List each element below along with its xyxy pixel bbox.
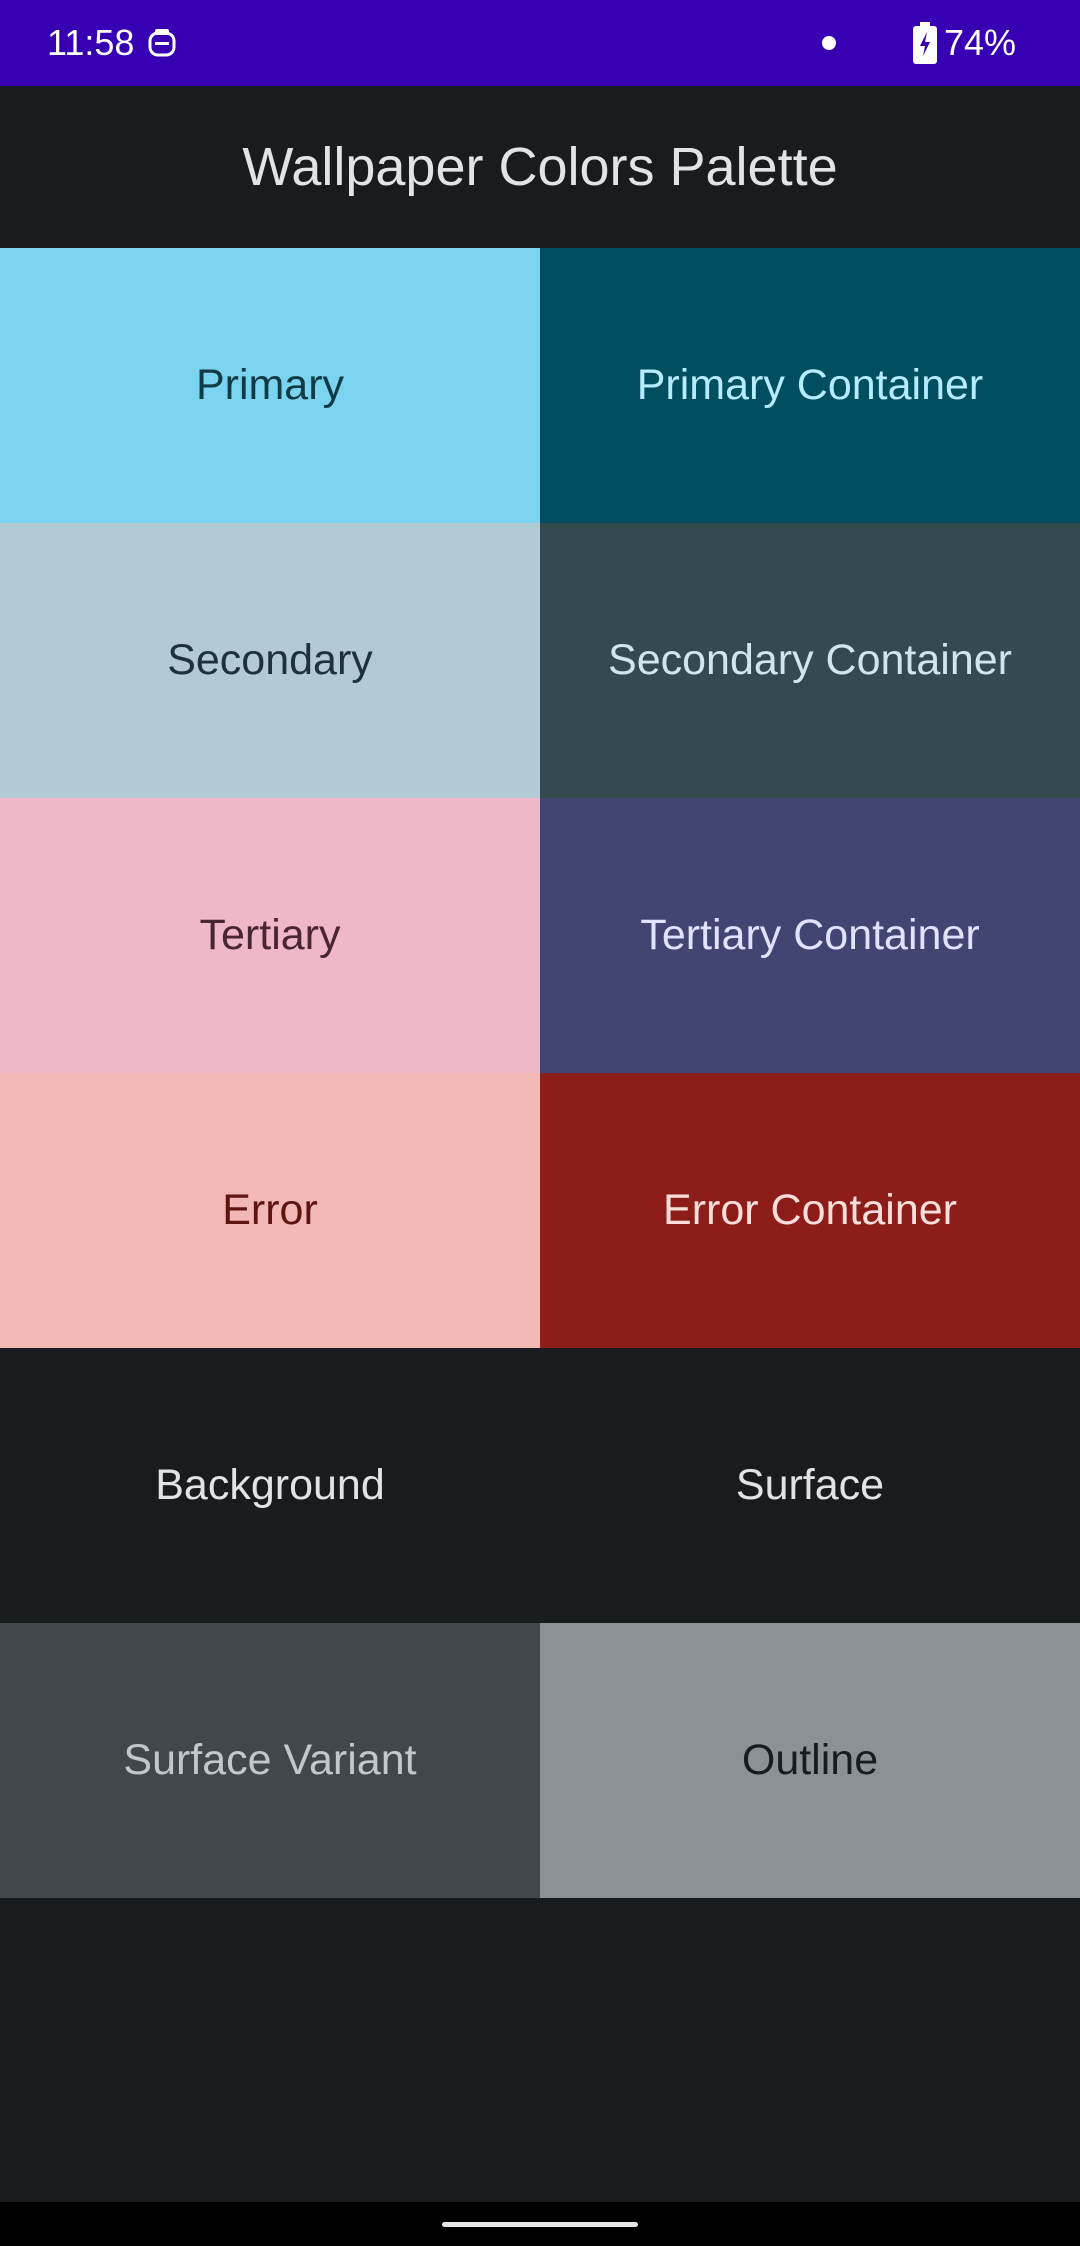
color-tile-label: Secondary Container xyxy=(608,636,1012,684)
color-tile-label: Error Container xyxy=(663,1186,957,1234)
page-title: Wallpaper Colors Palette xyxy=(242,137,838,197)
status-time: 11:58 xyxy=(47,22,135,63)
color-tile-surface: Surface xyxy=(540,1348,1080,1623)
notification-icon xyxy=(148,29,176,57)
color-tile-primary: Primary xyxy=(0,248,540,523)
color-tile-label: Secondary xyxy=(167,636,373,684)
color-tile-outline: Outline xyxy=(540,1623,1080,1898)
color-tile-error: Error xyxy=(0,1073,540,1348)
dot-icon xyxy=(822,36,836,50)
color-tile-label: Tertiary Container xyxy=(640,911,980,959)
color-tile-label: Surface Variant xyxy=(123,1736,417,1784)
color-tile-label: Background xyxy=(155,1461,385,1509)
color-tile-primary-container: Primary Container xyxy=(540,248,1080,523)
app-bar: Wallpaper Colors Palette xyxy=(0,86,1080,248)
status-bar: 11:58 74% xyxy=(0,0,1080,86)
color-tile-label: Surface xyxy=(735,1461,885,1509)
color-tile-secondary: Secondary xyxy=(0,523,540,798)
color-tile-label: Outline xyxy=(741,1736,879,1784)
home-gesture-handle[interactable] xyxy=(442,2222,638,2227)
color-tile-tertiary-container: Tertiary Container xyxy=(540,798,1080,1073)
battery-charging-icon xyxy=(913,22,937,64)
color-tile-background: Background xyxy=(0,1348,540,1623)
color-tile-error-container: Error Container xyxy=(540,1073,1080,1348)
navigation-bar xyxy=(0,2202,1080,2246)
color-tile-label: Error xyxy=(222,1186,318,1234)
color-tile-surface-variant: Surface Variant xyxy=(0,1623,540,1898)
color-tile-label: Primary xyxy=(195,361,345,409)
color-tile-tertiary: Tertiary xyxy=(0,798,540,1073)
color-tile-secondary-container: Secondary Container xyxy=(540,523,1080,798)
color-tile-label: Primary Container xyxy=(636,361,984,409)
battery-percentage: 74% xyxy=(944,22,1017,63)
palette-grid: Primary Primary Container Secondary Seconda… xyxy=(0,248,1080,1898)
color-tile-label: Tertiary xyxy=(199,911,341,959)
